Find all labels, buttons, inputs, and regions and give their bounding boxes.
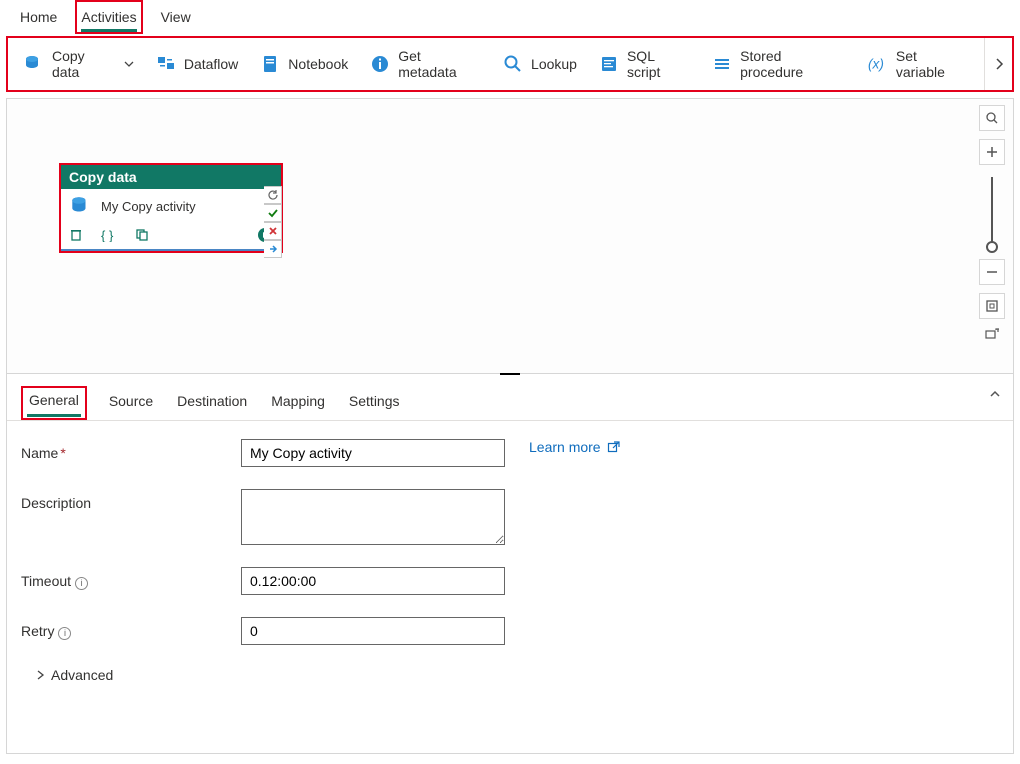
fit-to-screen-button[interactable] [979, 293, 1005, 319]
svg-text:(x): (x) [868, 57, 884, 72]
info-icon [370, 54, 390, 74]
tool-label: Get metadata [398, 48, 481, 80]
timeout-input[interactable] [241, 567, 505, 595]
notebook-icon [260, 54, 280, 74]
tool-label: Lookup [531, 56, 577, 72]
description-input[interactable] [241, 489, 505, 545]
tab-view[interactable]: View [161, 2, 191, 32]
tool-label: Set variable [896, 48, 968, 80]
braces-icon[interactable]: { } [101, 228, 117, 242]
tab-activities[interactable]: Activities [81, 2, 136, 32]
tool-copy-data[interactable]: Copy data [16, 44, 142, 84]
tool-get-metadata[interactable]: Get metadata [362, 44, 489, 84]
tool-label: SQL script [627, 48, 690, 80]
canvas-controls [977, 105, 1007, 341]
ptab-general[interactable]: General [27, 388, 81, 416]
tool-label: Notebook [288, 56, 348, 72]
properties-panel: General Source Destination Mapping Setti… [6, 374, 1014, 754]
top-menu: Home Activities View [0, 0, 1020, 34]
external-link-icon [607, 441, 620, 454]
ptab-mapping[interactable]: Mapping [269, 389, 327, 417]
zoom-slider-thumb[interactable] [986, 241, 998, 253]
tool-label: Dataflow [184, 56, 238, 72]
activity-copy-data[interactable]: Copy data My Copy activity { } [59, 163, 283, 253]
dataflow-icon [156, 54, 176, 74]
tool-label: Stored procedure [740, 48, 846, 80]
canvas-expand-button[interactable] [982, 327, 1002, 341]
delete-icon[interactable] [69, 228, 83, 242]
canvas-search-button[interactable] [979, 105, 1005, 131]
advanced-toggle[interactable]: Advanced [35, 667, 999, 683]
timeout-label: Timeouti [21, 567, 241, 590]
tool-dataflow[interactable]: Dataflow [148, 50, 246, 78]
activity-skip-icon[interactable] [264, 240, 282, 258]
retry-label: Retryi [21, 617, 241, 640]
zoom-slider[interactable] [991, 177, 993, 247]
activity-success-icon[interactable] [264, 204, 282, 222]
ptab-settings[interactable]: Settings [347, 389, 402, 417]
search-icon [503, 54, 523, 74]
database-copy-icon [24, 54, 44, 74]
tab-home[interactable]: Home [20, 2, 57, 32]
zoom-in-button[interactable] [979, 139, 1005, 165]
tool-notebook[interactable]: Notebook [252, 50, 356, 78]
activity-refresh-icon[interactable] [264, 186, 282, 204]
stored-procedure-icon [712, 54, 732, 74]
activity-type-label: Copy data [61, 165, 281, 189]
activities-toolbar: Copy data Dataflow Notebook Get metadata [6, 36, 1014, 92]
tool-lookup[interactable]: Lookup [495, 50, 585, 78]
tool-set-variable[interactable]: (x) Set variable [860, 44, 976, 84]
activity-fail-icon[interactable] [264, 222, 282, 240]
pipeline-canvas[interactable]: Copy data My Copy activity { } [6, 98, 1014, 374]
learn-more-link[interactable]: Learn more [529, 439, 620, 455]
retry-input[interactable] [241, 617, 505, 645]
database-icon [69, 195, 91, 217]
properties-tabs: General Source Destination Mapping Setti… [7, 380, 1013, 421]
name-label: Name* [21, 439, 241, 461]
name-input[interactable] [241, 439, 505, 467]
copy-icon[interactable] [135, 228, 149, 242]
zoom-out-button[interactable] [979, 259, 1005, 285]
sql-script-icon [599, 54, 619, 74]
collapse-panel-button[interactable] [989, 388, 1001, 400]
description-label: Description [21, 489, 241, 511]
tool-stored-procedure[interactable]: Stored procedure [704, 44, 854, 84]
svg-text:{ }: { } [101, 228, 114, 242]
tool-sql-script[interactable]: SQL script [591, 44, 698, 84]
toolbar-overflow[interactable] [984, 38, 1012, 90]
variable-icon: (x) [868, 54, 888, 74]
ptab-source[interactable]: Source [107, 389, 155, 417]
tool-label: Copy data [52, 48, 114, 80]
chevron-down-icon [124, 59, 134, 69]
activity-name: My Copy activity [101, 199, 196, 214]
ptab-destination[interactable]: Destination [175, 389, 249, 417]
